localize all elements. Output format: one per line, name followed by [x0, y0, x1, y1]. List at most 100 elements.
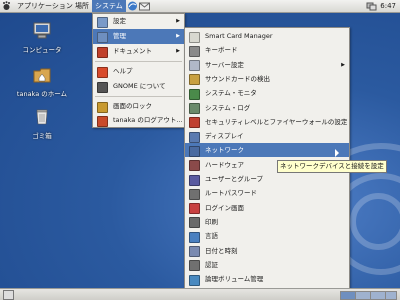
keyboard-icon — [189, 45, 200, 57]
desktop-icon-label: tanaka のホーム — [16, 90, 68, 98]
menu-item-printer[interactable]: 印刷 — [185, 215, 349, 229]
desktop-icon-home[interactable]: tanaka のホーム — [12, 66, 72, 98]
administration-submenu: Smart Card Manager キーボードサーバー設定 ▶ サウンドカードの検出… — [184, 27, 350, 290]
desktop-icon-computer[interactable]: コンピュータ — [12, 22, 72, 54]
trash-icon — [36, 109, 48, 125]
menu-item-label: サウンドカードの検出 — [205, 74, 270, 83]
menu-item-firewall[interactable]: セキュリティレベルとファイヤーウォールの設定 — [185, 115, 349, 129]
gnome-foot-icon[interactable] — [2, 1, 13, 11]
administration-icon — [97, 32, 108, 43]
menu-item-label: GNOME について — [113, 82, 166, 90]
workspace-4[interactable] — [385, 291, 397, 300]
smart-card-icon — [189, 31, 200, 43]
gnome-icon — [97, 82, 108, 93]
menu-item-label: システム・ログ — [205, 103, 251, 112]
menu-item-label: 印刷 — [205, 217, 218, 226]
menu-item-logout[interactable]: tanaka のログアウト... — [93, 113, 184, 128]
menu-item-label: 日付と時刻 — [205, 246, 238, 255]
menu-item-users[interactable]: ユーザーとグループ — [185, 172, 349, 186]
menu-system[interactable]: システム — [92, 0, 126, 12]
menu-item-about-gnome[interactable]: GNOME について — [93, 79, 184, 94]
desktop-icon-trash[interactable]: ゴミ箱 — [12, 108, 72, 140]
menu-item-log[interactable]: システム・ログ — [185, 101, 349, 115]
clock[interactable]: 6:47 — [380, 0, 396, 12]
web-browser-icon[interactable] — [127, 1, 138, 11]
home-folder-icon — [33, 68, 51, 83]
desktop-icon-label: コンピュータ — [22, 46, 62, 54]
swirl-decoration — [350, 193, 400, 250]
menu-item-label: セキュリティレベルとファイヤーウォールの設定 — [205, 117, 348, 126]
workspace-2[interactable] — [355, 291, 371, 300]
system-menu: 設定 ▶ 管理 ▶ ドキュメント ▶ ヘルプ GNOME について 画面のロック… — [92, 13, 185, 128]
menu-item-label: ディスプレイ — [205, 132, 244, 141]
lock-icon — [97, 102, 108, 113]
submenu-arrow-icon: ▶ — [176, 33, 180, 39]
menu-item-label: 管理 — [113, 32, 126, 40]
workspace-3[interactable] — [370, 291, 386, 300]
menu-item-authentication[interactable]: 認証 — [185, 258, 349, 272]
menu-item-date-time[interactable]: 日付と時刻 — [185, 244, 349, 258]
menu-item-administration[interactable]: 管理 ▶ — [93, 29, 184, 44]
workspace-1[interactable] — [340, 291, 356, 300]
menu-item-soundcard[interactable]: サウンドカードの検出 — [185, 72, 349, 86]
menu-item-server[interactable]: サーバー設定 ▶ — [185, 58, 349, 72]
network-status-icon[interactable] — [366, 1, 377, 11]
menu-item-label: 言語 — [205, 232, 218, 241]
network-icon — [189, 145, 200, 157]
display-icon — [189, 131, 200, 143]
menu-item-label: tanaka のログアウト... — [113, 116, 183, 124]
log-icon — [189, 103, 200, 114]
menu-item-monitor[interactable]: システム・モニタ — [185, 86, 349, 100]
lvm-icon — [189, 274, 200, 286]
show-desktop-icon[interactable] — [3, 290, 14, 300]
menu-item-documents[interactable]: ドキュメント ▶ — [93, 44, 184, 59]
hardware-icon — [189, 160, 200, 172]
menu-applications[interactable]: アプリケーション — [14, 0, 76, 12]
menu-places[interactable]: 場所 — [72, 0, 92, 12]
menu-item-label: 設定 — [113, 17, 126, 25]
menu-item-smart-card[interactable]: Smart Card Manager — [185, 29, 349, 43]
menu-item-label: ドキュメント — [113, 47, 152, 55]
menu-item-label: システム・モニタ — [205, 89, 257, 98]
menu-item-label: ルートパスワード — [205, 189, 257, 198]
menu-item-root-password[interactable]: ルートパスワード — [185, 186, 349, 200]
printer-icon — [189, 217, 200, 229]
soundcard-icon — [189, 74, 200, 86]
mouse-cursor — [335, 149, 339, 157]
menu-item-lock-screen[interactable]: 画面のロック — [93, 99, 184, 114]
menu-item-language[interactable]: 言語 — [185, 229, 349, 243]
menu-separator — [95, 96, 182, 97]
menu-item-keyboard[interactable]: キーボード — [185, 43, 349, 57]
menu-item-label: 論理ボリューム管理 — [205, 275, 264, 284]
menu-item-label: 認証 — [205, 260, 218, 269]
firewall-icon — [189, 117, 200, 129]
submenu-arrow-icon: ▶ — [176, 48, 180, 54]
logout-icon — [97, 116, 108, 127]
menu-item-label: ヘルプ — [113, 67, 133, 75]
menu-item-display[interactable]: ディスプレイ — [185, 129, 349, 143]
preferences-icon — [97, 17, 108, 28]
users-icon — [189, 174, 200, 186]
help-icon — [97, 67, 108, 78]
menu-item-label: ネットワーク — [205, 146, 244, 155]
menu-item-preferences[interactable]: 設定 ▶ — [93, 14, 184, 29]
menu-item-label: Smart Card Manager — [205, 32, 273, 40]
top-panel: アプリケーション 場所 システム 6:47 — [0, 0, 400, 13]
menu-item-label: 画面のロック — [113, 102, 152, 110]
root-password-icon — [189, 188, 200, 200]
authentication-icon — [189, 260, 200, 272]
email-client-icon[interactable] — [139, 1, 150, 11]
menu-item-label: ログイン画面 — [205, 203, 244, 212]
menu-item-network[interactable]: ネットワーク — [185, 143, 349, 158]
menu-separator — [95, 61, 182, 62]
menu-item-lvm[interactable]: 論理ボリューム管理 — [185, 272, 349, 286]
submenu-arrow-icon: ▶ — [341, 61, 345, 68]
menu-item-label: サーバー設定 — [205, 60, 244, 69]
date-time-icon — [189, 246, 200, 257]
login-screen-icon — [189, 203, 200, 215]
menu-item-label: キーボード — [205, 46, 238, 55]
menu-item-help[interactable]: ヘルプ — [93, 64, 184, 79]
documents-icon — [97, 47, 108, 58]
menu-item-login-screen[interactable]: ログイン画面 — [185, 201, 349, 215]
server-icon — [189, 60, 200, 72]
